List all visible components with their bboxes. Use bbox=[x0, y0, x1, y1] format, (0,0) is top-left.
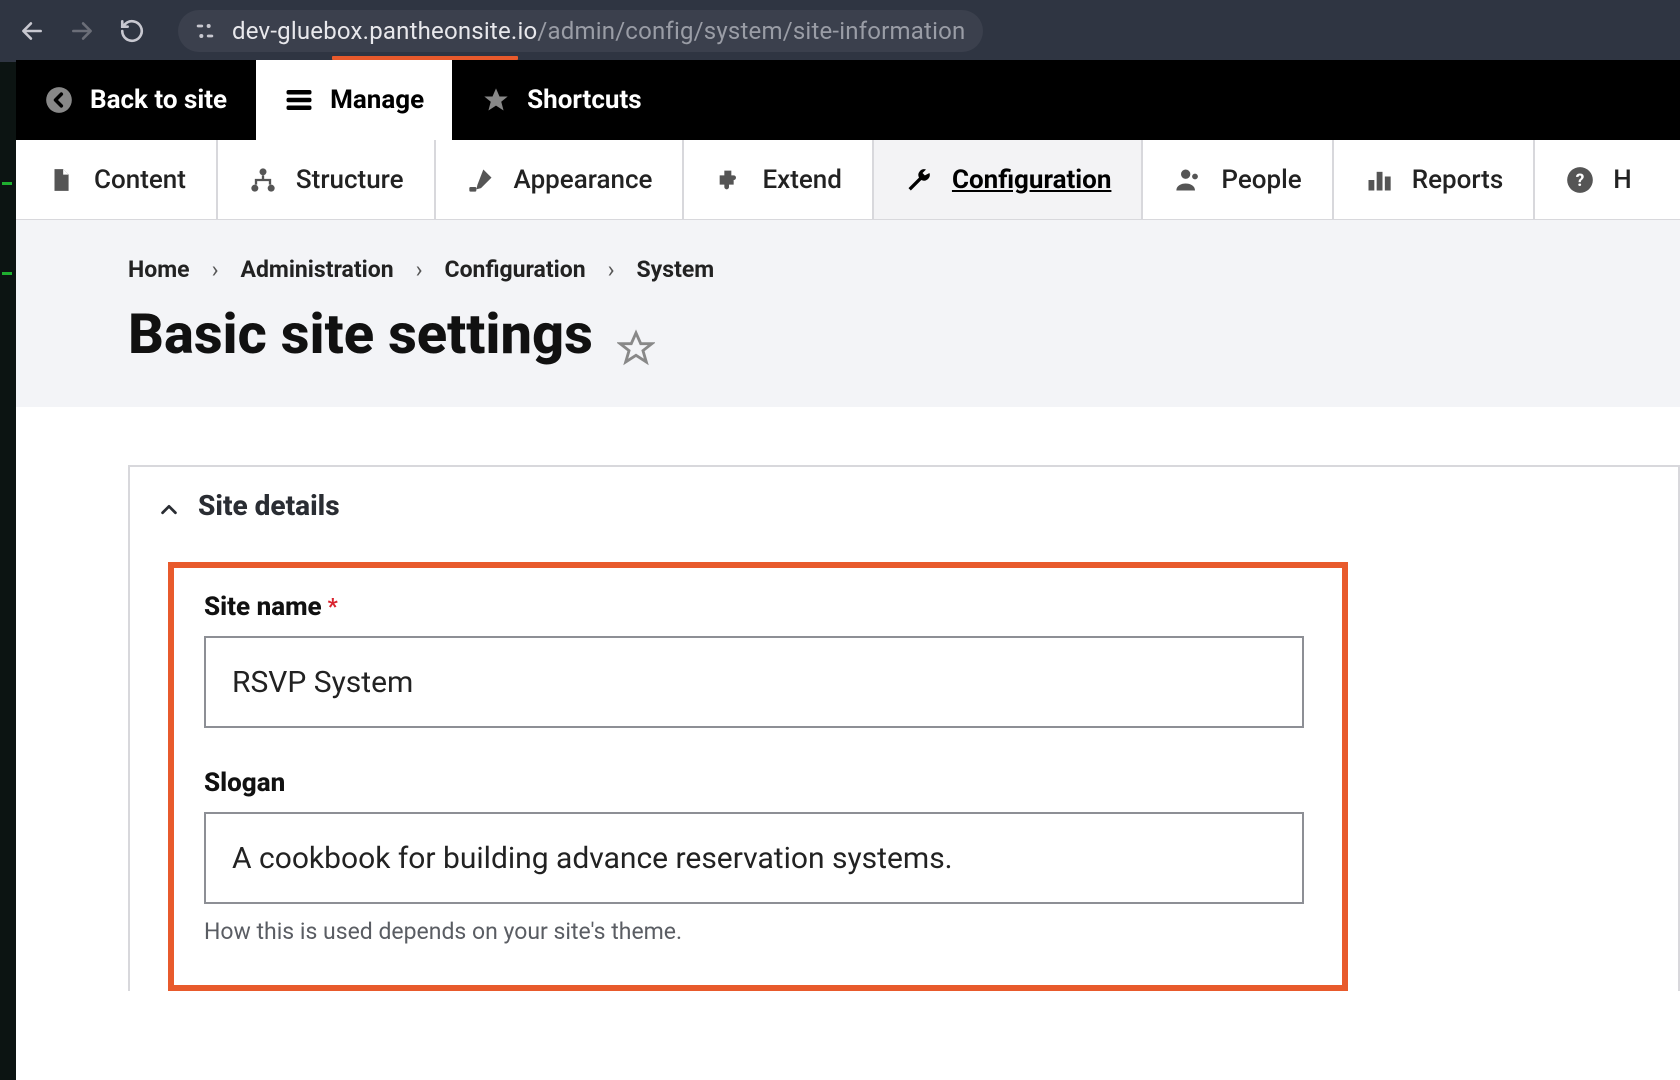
browser-reload-button[interactable] bbox=[118, 17, 146, 45]
breadcrumb-administration[interactable]: Administration bbox=[241, 256, 394, 283]
tab-appearance-label: Appearance bbox=[514, 165, 653, 195]
manage-label: Manage bbox=[330, 85, 424, 115]
breadcrumb-system[interactable]: System bbox=[637, 256, 715, 283]
site-name-label-text: Site name bbox=[204, 592, 322, 622]
required-star-icon: * bbox=[328, 595, 338, 620]
admin-menu: Content Structure Appearance Extend Conf… bbox=[16, 140, 1680, 220]
paintbrush-icon bbox=[466, 165, 496, 195]
breadcrumb: Home › Administration › Configuration › … bbox=[128, 256, 1680, 283]
tab-content-label: Content bbox=[94, 165, 186, 195]
favorite-star-outline-icon[interactable] bbox=[617, 315, 655, 353]
url-path: /admin/config/system/site-information bbox=[537, 17, 965, 45]
site-details-heading: Site details bbox=[198, 489, 340, 522]
tab-help-label: H bbox=[1613, 165, 1631, 195]
tab-configuration-label: Configuration bbox=[952, 165, 1111, 195]
browser-forward-button[interactable] bbox=[68, 17, 96, 45]
highlighted-fields-annotation: Site name * Slogan How this is used depe… bbox=[168, 562, 1348, 991]
tab-extend[interactable]: Extend bbox=[684, 140, 873, 219]
hamburger-icon bbox=[284, 85, 314, 115]
page-title: Basic site settings bbox=[128, 301, 1680, 367]
slogan-label: Slogan bbox=[204, 768, 1312, 798]
back-to-site-button[interactable]: Back to site bbox=[16, 60, 256, 140]
tab-people-label: People bbox=[1221, 165, 1301, 195]
chevron-left-circle-icon bbox=[44, 85, 74, 115]
url-highlight-underline bbox=[332, 56, 518, 60]
puzzle-icon bbox=[714, 165, 744, 195]
chevron-up-icon bbox=[158, 495, 180, 517]
breadcrumb-home[interactable]: Home bbox=[128, 256, 190, 283]
bar-chart-icon bbox=[1364, 165, 1394, 195]
tab-appearance[interactable]: Appearance bbox=[436, 140, 685, 219]
tab-people[interactable]: People bbox=[1143, 140, 1333, 219]
site-details-panel: Site details Site name * Slogan How this… bbox=[128, 465, 1680, 991]
person-icon bbox=[1173, 165, 1203, 195]
slogan-help-text: How this is used depends on your site's … bbox=[204, 918, 1312, 945]
chevron-right-icon: › bbox=[608, 256, 615, 283]
question-circle-icon: ? bbox=[1565, 165, 1595, 195]
slogan-input[interactable] bbox=[204, 812, 1304, 904]
shortcuts-label: Shortcuts bbox=[527, 85, 641, 115]
sitemap-icon bbox=[248, 165, 278, 195]
site-settings-icon[interactable] bbox=[192, 18, 218, 44]
breadcrumb-configuration[interactable]: Configuration bbox=[445, 256, 586, 283]
wrench-icon bbox=[904, 165, 934, 195]
browser-back-button[interactable] bbox=[18, 17, 46, 45]
url-text: dev-gluebox.pantheonsite.io/admin/config… bbox=[232, 17, 965, 45]
star-icon bbox=[481, 85, 511, 115]
tab-content[interactable]: Content bbox=[16, 140, 218, 219]
site-name-input[interactable] bbox=[204, 636, 1304, 728]
address-bar[interactable]: dev-gluebox.pantheonsite.io/admin/config… bbox=[178, 10, 983, 52]
manage-tab[interactable]: Manage bbox=[256, 60, 453, 140]
toolbar-redacted-block bbox=[671, 60, 871, 140]
chevron-right-icon: › bbox=[212, 256, 219, 283]
site-details-toggle[interactable]: Site details bbox=[130, 467, 1678, 544]
tab-extend-label: Extend bbox=[762, 165, 841, 195]
tab-configuration[interactable]: Configuration bbox=[874, 140, 1143, 219]
chevron-right-icon: › bbox=[416, 256, 423, 283]
page-title-text: Basic site settings bbox=[128, 301, 593, 367]
admin-toolbar: Back to site Manage Shortcuts bbox=[16, 60, 1680, 140]
shortcuts-tab[interactable]: Shortcuts bbox=[453, 60, 670, 140]
svg-text:?: ? bbox=[1576, 170, 1585, 190]
slogan-label-text: Slogan bbox=[204, 768, 285, 798]
back-to-site-label: Back to site bbox=[90, 85, 227, 115]
content-region: Site details Site name * Slogan How this… bbox=[16, 407, 1680, 991]
tab-help[interactable]: ? H bbox=[1535, 140, 1661, 219]
page-header: Home › Administration › Configuration › … bbox=[16, 220, 1680, 407]
tab-structure[interactable]: Structure bbox=[218, 140, 436, 219]
tab-reports[interactable]: Reports bbox=[1334, 140, 1536, 219]
browser-chrome: dev-gluebox.pantheonsite.io/admin/config… bbox=[0, 0, 1680, 62]
url-host: dev-gluebox.pantheonsite.io bbox=[232, 17, 537, 45]
tab-reports-label: Reports bbox=[1412, 165, 1504, 195]
file-icon bbox=[46, 165, 76, 195]
tab-structure-label: Structure bbox=[296, 165, 404, 195]
site-name-label: Site name * bbox=[204, 592, 1312, 622]
left-edge-strip bbox=[0, 62, 16, 1080]
